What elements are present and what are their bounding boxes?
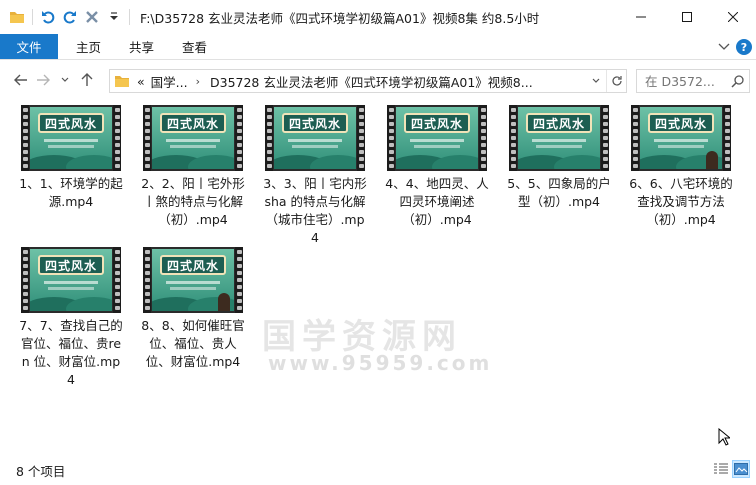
video-thumbnail: 四式风水 bbox=[265, 105, 365, 171]
close-button[interactable] bbox=[710, 0, 756, 34]
tab-home[interactable]: 主页 bbox=[58, 34, 115, 59]
search-input[interactable] bbox=[645, 71, 735, 91]
ribbon-tabs: 文件 主页 共享 查看 ? bbox=[0, 34, 756, 60]
tab-share[interactable]: 共享 bbox=[115, 34, 168, 59]
search-icon[interactable] bbox=[731, 74, 745, 91]
video-thumbnail: 四式风水 bbox=[21, 247, 121, 313]
watermark-url: www.95959.com bbox=[268, 351, 493, 375]
recent-locations-chevron-icon[interactable] bbox=[54, 69, 76, 91]
video-thumbnail: 四式风水 bbox=[143, 247, 243, 313]
file-name: 5、5、四象局的户型（初）.mp4 bbox=[507, 176, 611, 209]
details-view-icon[interactable] bbox=[712, 460, 730, 478]
file-item[interactable]: 四式风水 5、5、四象局的户型（初）.mp4 bbox=[504, 99, 614, 211]
view-switcher bbox=[712, 460, 750, 478]
title-bar: F:\D35728 玄业灵法老师《四式环境学初级篇A01》视频8集 约8.5小时 bbox=[0, 0, 756, 34]
quick-access-toolbar bbox=[0, 0, 134, 34]
status-bar: 8 个项目 bbox=[0, 455, 756, 485]
forward-arrow-icon[interactable] bbox=[32, 69, 54, 91]
file-name: 6、6、八宅环境的查找及调节方法（初）.mp4 bbox=[629, 176, 733, 227]
file-item[interactable]: 四式风水 7、7、查找自己的官位、福位、贵ren 位、财富位.mp4 bbox=[16, 241, 126, 389]
breadcrumb-item[interactable]: 国学... bbox=[151, 72, 188, 91]
help-icon[interactable]: ? bbox=[736, 39, 752, 55]
video-thumbnail: 四式风水 bbox=[509, 105, 609, 171]
file-item[interactable]: 四式风水 3、3、阳丨宅内形sha 的特点与化解（城市住宅）.mp4 bbox=[260, 99, 370, 247]
file-item[interactable]: 四式风水 8、8、如何催旺官位、福位、贵人位、财富位.mp4 bbox=[138, 241, 248, 371]
breadcrumb-item[interactable]: D35728 玄业灵法老师《四式环境学初级篇A01》视频8... bbox=[210, 72, 533, 91]
thumbnail-banner-text: 四式风水 bbox=[44, 258, 97, 273]
minimize-button[interactable] bbox=[618, 0, 664, 34]
file-item[interactable]: 四式风水 6、6、八宅环境的查找及调节方法（初）.mp4 bbox=[626, 99, 736, 229]
breadcrumb-overflow[interactable]: « bbox=[137, 74, 145, 89]
maximize-button[interactable] bbox=[664, 0, 710, 34]
thumbnail-banner-text: 四式风水 bbox=[654, 116, 707, 131]
thumbnail-banner-text: 四式风水 bbox=[288, 116, 341, 131]
search-box bbox=[636, 69, 750, 93]
thumbnail-banner-text: 四式风水 bbox=[532, 116, 585, 131]
back-arrow-icon[interactable] bbox=[10, 69, 32, 91]
delete-icon[interactable] bbox=[81, 6, 103, 28]
video-thumbnail: 四式风水 bbox=[387, 105, 487, 171]
file-name: 4、4、地四灵、人四灵环境阐述（初）.mp4 bbox=[385, 176, 489, 227]
toolbar-separator bbox=[32, 9, 33, 25]
expand-ribbon-chevron-icon[interactable] bbox=[718, 40, 730, 54]
folder-icon[interactable] bbox=[6, 6, 28, 28]
file-list: 四式风水 1、1、环境学的起源.mp4 四式风水 2、2、阳丨宅外形丨煞的特点与… bbox=[0, 99, 756, 455]
file-name: 2、2、阳丨宅外形丨煞的特点与化解（初）.mp4 bbox=[141, 176, 245, 227]
file-item[interactable]: 四式风水 2、2、阳丨宅外形丨煞的特点与化解（初）.mp4 bbox=[138, 99, 248, 229]
ribbon-right-controls: ? bbox=[718, 34, 752, 60]
toolbar-separator bbox=[129, 9, 130, 25]
window-controls bbox=[618, 0, 756, 34]
file-item[interactable]: 四式风水 4、4、地四灵、人四灵环境阐述（初）.mp4 bbox=[382, 99, 492, 229]
file-name: 8、8、如何催旺官位、福位、贵人位、财富位.mp4 bbox=[141, 318, 245, 369]
thumbnail-banner-text: 四式风水 bbox=[44, 116, 97, 131]
folder-icon bbox=[115, 76, 129, 87]
video-thumbnail: 四式风水 bbox=[631, 105, 731, 171]
navigation-bar: « 国学... › D35728 玄业灵法老师《四式环境学初级篇A01》视频8.… bbox=[0, 61, 756, 99]
customize-toolbar-chevron-icon[interactable] bbox=[103, 6, 125, 28]
up-arrow-icon[interactable] bbox=[76, 69, 98, 91]
thumbnail-banner-text: 四式风水 bbox=[410, 116, 463, 131]
breadcrumb-chevron-icon[interactable]: › bbox=[196, 75, 200, 88]
thumbnail-banner-text: 四式风水 bbox=[166, 258, 219, 273]
video-thumbnail: 四式风水 bbox=[21, 105, 121, 171]
file-item[interactable]: 四式风水 1、1、环境学的起源.mp4 bbox=[16, 99, 126, 211]
address-dropdown-chevron-icon[interactable] bbox=[586, 70, 606, 92]
file-name: 1、1、环境学的起源.mp4 bbox=[19, 176, 123, 209]
file-name: 3、3、阳丨宅内形sha 的特点与化解（城市住宅）.mp4 bbox=[263, 176, 367, 245]
redo-icon[interactable] bbox=[59, 6, 81, 28]
item-count: 8 个项目 bbox=[16, 463, 66, 479]
tab-file[interactable]: 文件 bbox=[0, 34, 58, 59]
file-name: 7、7、查找自己的官位、福位、贵ren 位、财富位.mp4 bbox=[19, 318, 123, 387]
tab-view[interactable]: 查看 bbox=[168, 34, 221, 59]
thumbnail-banner-text: 四式风水 bbox=[166, 116, 219, 131]
address-bar[interactable]: « 国学... › D35728 玄业灵法老师《四式环境学初级篇A01》视频8.… bbox=[109, 69, 627, 93]
video-thumbnail: 四式风水 bbox=[143, 105, 243, 171]
large-icons-view-icon[interactable] bbox=[732, 460, 750, 478]
undo-icon[interactable] bbox=[37, 6, 59, 28]
window-title: F:\D35728 玄业灵法老师《四式环境学初级篇A01》视频8集 约8.5小时 bbox=[140, 10, 540, 26]
mouse-cursor-icon bbox=[718, 427, 732, 449]
address-bar-actions bbox=[586, 70, 626, 92]
refresh-icon[interactable] bbox=[606, 70, 626, 92]
